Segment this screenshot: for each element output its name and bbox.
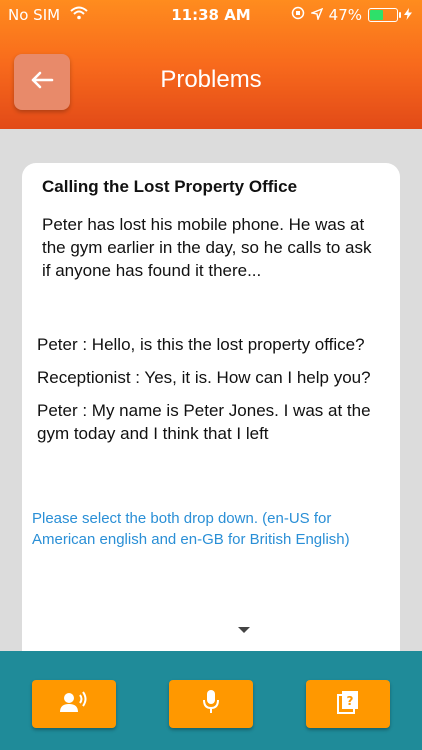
quiz-button[interactable]: ? xyxy=(306,680,390,728)
microphone-icon xyxy=(201,689,221,719)
question-cards-icon: ? xyxy=(335,689,361,719)
problem-intro: Peter has lost his mobile phone. He was … xyxy=(42,215,372,280)
battery-percent: 47% xyxy=(328,6,362,24)
problem-title: Calling the Lost Property Office xyxy=(42,177,298,196)
dialog-line: Receptionist : Yes, it is. How can I hel… xyxy=(37,368,371,387)
dropdown-instruction: Please select the both drop down. (en-US… xyxy=(32,510,350,548)
record-button[interactable] xyxy=(169,680,253,728)
charging-icon xyxy=(404,6,412,24)
bottom-toolbar: ? xyxy=(0,651,422,750)
location-icon xyxy=(309,6,323,24)
dialog-scroll[interactable]: Peter : Hello, is this the lost property… xyxy=(37,333,387,495)
listen-button[interactable] xyxy=(32,680,116,728)
header-bar: No SIM 11:38 AM 47% Problems xyxy=(0,0,422,129)
speaker-person-icon xyxy=(58,690,90,718)
svg-text:?: ? xyxy=(347,694,354,708)
dialog-line: Peter : My name is Peter Jones. I was at… xyxy=(37,401,371,443)
orientation-lock-icon xyxy=(291,6,305,24)
problem-card: Calling the Lost Property Office Peter h… xyxy=(22,163,400,683)
dialog-line: Peter : Hello, is this the lost property… xyxy=(37,335,365,354)
battery-icon xyxy=(368,8,401,22)
language-dropdown[interactable] xyxy=(162,623,260,652)
chevron-down-icon xyxy=(238,627,250,633)
page-title: Problems xyxy=(160,66,262,93)
status-bar: No SIM 11:38 AM 47% xyxy=(0,0,422,30)
status-right: 47% xyxy=(291,6,412,24)
